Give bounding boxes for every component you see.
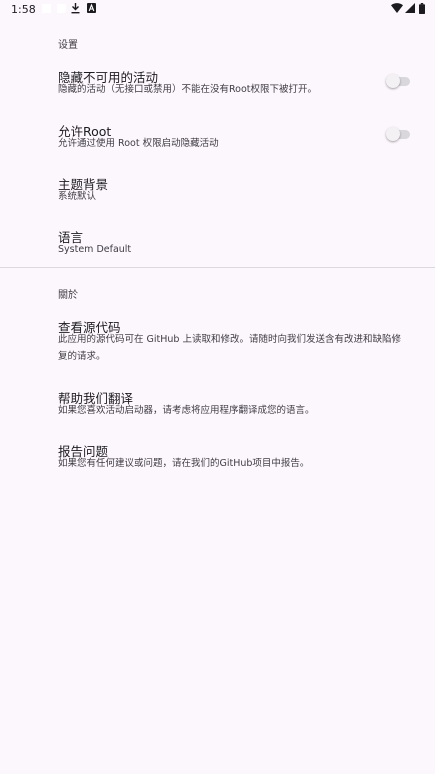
allow-root-preference[interactable]: 允许Root 允许通过使用 Root 权限启动隐藏活动 [0, 112, 435, 156]
notification-icon [57, 4, 66, 13]
source-code-preference[interactable]: 查看源代码 此应用的源代码可在 GitHub 上读取和修改。请随时向我们发送含有… [0, 308, 435, 368]
preference-summary: 允许通过使用 Root 权限启动隐藏活动 [58, 138, 219, 149]
preference-summary: 隐藏的活动（无接口或禁用）不能在没有Root权限下被打开。 [58, 84, 318, 95]
preference-summary: System Default [58, 244, 132, 255]
switch-thumb [386, 127, 400, 141]
download-icon [71, 3, 80, 14]
preference-summary: 如果您有任何建议或问题，请在我们的GitHub项目中报告。 [58, 458, 310, 469]
battery-icon [419, 3, 425, 14]
preference-summary: 此应用的源代码可在 GitHub 上读取和修改。请随时向我们发送含有改进和缺陷修… [58, 334, 401, 362]
preference-summary: 如果您喜欢活动启动器，请考虑将应用程序翻译成您的语言。 [58, 405, 315, 416]
notification-icon [42, 4, 51, 13]
translate-preference[interactable]: 帮助我们翻译 如果您喜欢活动启动器，请考虑将应用程序翻译成您的语言。 [0, 379, 435, 423]
switch-thumb [386, 74, 400, 88]
wifi-icon [391, 3, 403, 13]
settings-section-header: 设置 [58, 40, 78, 51]
theme-preference[interactable]: 主题背景 系统默认 [0, 165, 435, 209]
cell-signal-icon [405, 3, 415, 13]
status-bar: 1:58 [0, 0, 435, 20]
language-preference[interactable]: 语言 System Default [0, 218, 435, 262]
report-issue-preference[interactable]: 报告问题 如果您有任何建议或问题，请在我们的GitHub项目中报告。 [0, 432, 435, 476]
hide-unavailable-switch[interactable] [386, 74, 410, 88]
allow-root-switch[interactable] [386, 127, 410, 141]
hide-unavailable-preference[interactable]: 隐藏不可用的活动 隐藏的活动（无接口或禁用）不能在没有Root权限下被打开。 [0, 58, 435, 102]
preference-summary: 系统默认 [58, 191, 97, 202]
section-divider [0, 267, 435, 268]
status-time: 1:58 [11, 3, 36, 16]
app-notification-icon [87, 3, 96, 13]
about-section-header: 關於 [58, 290, 78, 301]
